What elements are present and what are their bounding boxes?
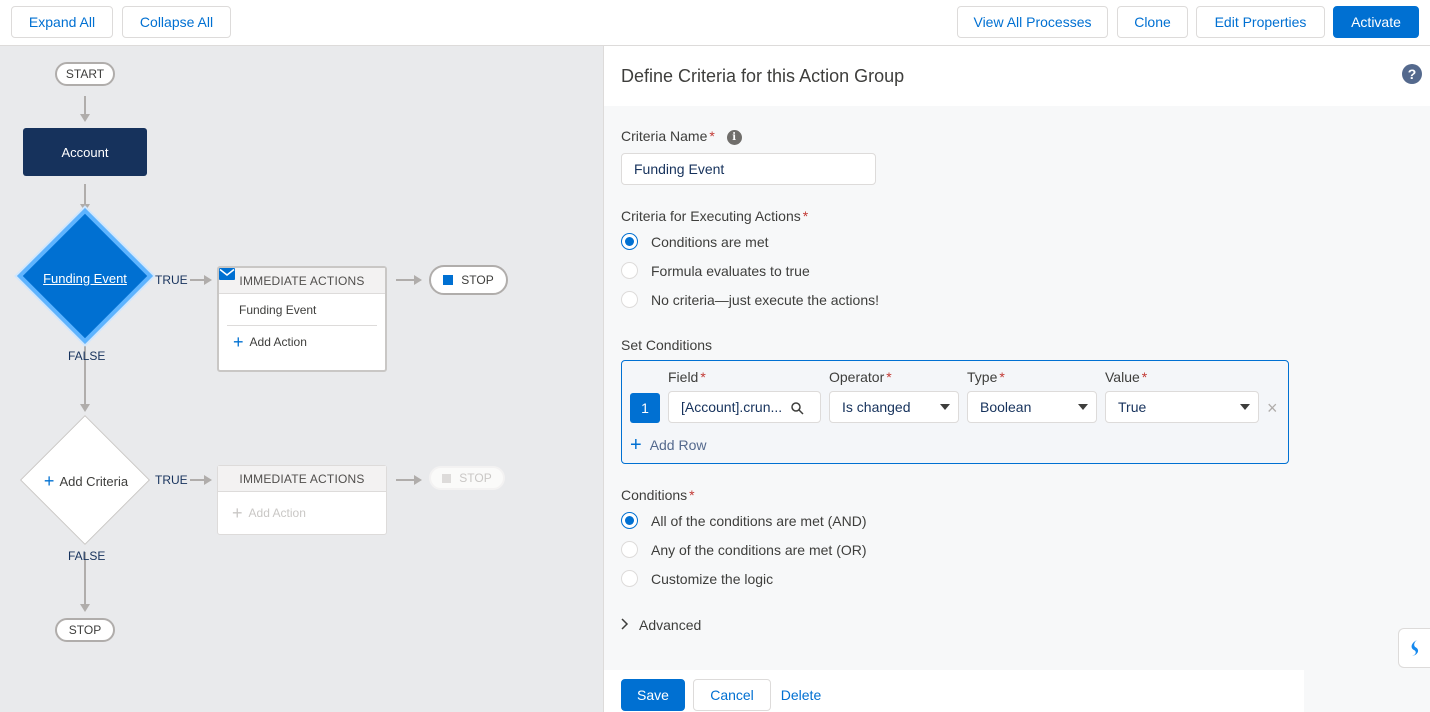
add-action-link[interactable]: + Add Action bbox=[219, 326, 385, 358]
set-conditions-label: Set Conditions bbox=[621, 337, 713, 353]
type-column-label: Type * bbox=[967, 369, 1005, 385]
radio-conditions-met[interactable]: Conditions are met bbox=[621, 233, 769, 250]
immediate-actions-header: IMMEDIATE ACTIONS bbox=[218, 466, 386, 492]
add-criteria-link[interactable]: + Add Criteria bbox=[30, 468, 142, 494]
panel-title: Define Criteria for this Action Group bbox=[621, 66, 905, 86]
chevron-down-icon bbox=[1078, 404, 1088, 410]
radio-label: Customize the logic bbox=[651, 570, 774, 587]
advanced-toggle[interactable]: Advanced bbox=[621, 617, 701, 633]
add-row-link[interactable]: + Add Row bbox=[630, 434, 707, 456]
operator-select[interactable]: Is changed bbox=[829, 391, 959, 423]
type-value: Boolean bbox=[980, 399, 1032, 415]
panel-header: Define Criteria for this Action Group ? bbox=[604, 46, 1430, 106]
search-icon bbox=[791, 402, 804, 418]
add-action-label: Add Action bbox=[249, 335, 307, 349]
add-action-link-disabled: + Add Action bbox=[218, 492, 386, 534]
toolbar: Expand All Collapse All View All Process… bbox=[0, 0, 1430, 46]
action-item-funding-event[interactable]: Funding Event bbox=[219, 268, 377, 326]
executing-label-row: Criteria for Executing Actions * bbox=[621, 208, 809, 224]
radio-label: All of the conditions are met (AND) bbox=[651, 512, 867, 529]
activate-button[interactable]: Activate bbox=[1333, 6, 1419, 38]
type-select[interactable]: Boolean bbox=[967, 391, 1097, 423]
salesforce-helper-icon[interactable] bbox=[1398, 628, 1430, 668]
criteria2-false-label: FALSE bbox=[68, 549, 106, 563]
conditions-label: Conditions bbox=[621, 487, 688, 503]
criteria-panel: Define Criteria for this Action Group ? … bbox=[603, 46, 1430, 712]
panel-footer: Save Cancel Delete bbox=[604, 670, 1304, 712]
add-criteria-label: Add Criteria bbox=[59, 473, 129, 489]
radio-all-conditions[interactable]: All of the conditions are met (AND) bbox=[621, 512, 867, 529]
collapse-all-button[interactable]: Collapse All bbox=[122, 6, 231, 38]
clone-button[interactable]: Clone bbox=[1117, 6, 1188, 38]
field-input[interactable]: [Account].crun... bbox=[668, 391, 821, 423]
start-node: START bbox=[55, 62, 115, 86]
criteria1-true-label: TRUE bbox=[155, 273, 188, 287]
radio-formula[interactable]: Formula evaluates to true bbox=[621, 262, 810, 279]
operator-value: Is changed bbox=[842, 399, 911, 415]
conditions-table: Field * Operator * Type * Value * 1 [Account… bbox=[621, 360, 1289, 464]
immediate-actions-header: IMMEDIATE ACTIONS bbox=[219, 268, 385, 294]
delete-link[interactable]: Delete bbox=[776, 679, 826, 711]
cancel-button[interactable]: Cancel bbox=[693, 679, 771, 711]
radio-dot[interactable] bbox=[621, 570, 638, 587]
advanced-label: Advanced bbox=[639, 617, 702, 633]
edit-properties-button[interactable]: Edit Properties bbox=[1196, 6, 1325, 38]
add-row-label: Add Row bbox=[649, 437, 707, 453]
radio-dot[interactable] bbox=[621, 233, 638, 250]
radio-dot[interactable] bbox=[621, 512, 638, 529]
value-value: True bbox=[1118, 399, 1147, 415]
criteria2-true-label: TRUE bbox=[155, 473, 188, 487]
save-button[interactable]: Save bbox=[621, 679, 685, 711]
criteria-name-label-row: Criteria Name * i bbox=[621, 128, 742, 145]
stop-square-icon bbox=[442, 473, 452, 483]
criteria-name-label: Criteria Name bbox=[621, 128, 708, 144]
radio-dot[interactable] bbox=[621, 262, 638, 279]
process-canvas: START Account Funding Event TRUE FALSE I… bbox=[0, 46, 603, 712]
plus-icon: + bbox=[630, 434, 642, 456]
stop-node-2: STOP bbox=[429, 466, 505, 490]
criteria-name-input[interactable]: Funding Event bbox=[621, 153, 876, 185]
radio-label: Conditions are met bbox=[651, 233, 769, 250]
radio-dot[interactable] bbox=[621, 541, 638, 558]
value-column-label: Value * bbox=[1105, 369, 1148, 385]
stop-node-1[interactable]: STOP bbox=[429, 265, 508, 295]
chevron-down-icon bbox=[940, 404, 950, 410]
stop-label: STOP bbox=[459, 471, 492, 485]
field-column-label: Field * bbox=[668, 369, 706, 385]
value-select[interactable]: True bbox=[1105, 391, 1259, 423]
row-number: 1 bbox=[630, 393, 660, 423]
radio-label: Any of the conditions are met (OR) bbox=[651, 541, 867, 558]
immediate-actions-group-1: IMMEDIATE ACTIONS Funding Event + Add Ac… bbox=[217, 266, 387, 372]
expand-all-button[interactable]: Expand All bbox=[11, 6, 113, 38]
object-node-account[interactable]: Account bbox=[23, 128, 147, 176]
info-icon[interactable]: i bbox=[726, 130, 742, 145]
executing-label: Criteria for Executing Actions bbox=[621, 208, 801, 224]
radio-no-criteria[interactable]: No criteria—just execute the actions! bbox=[621, 291, 879, 308]
end-stop-node: STOP bbox=[55, 618, 115, 642]
conditions-label-row: Conditions * bbox=[621, 487, 695, 503]
radio-label: Formula evaluates to true bbox=[651, 262, 810, 279]
field-value: [Account].crun... bbox=[681, 399, 783, 415]
immediate-actions-group-2: IMMEDIATE ACTIONS + Add Action bbox=[217, 465, 387, 535]
criteria1-false-label: FALSE bbox=[68, 349, 106, 363]
radio-label: No criteria—just execute the actions! bbox=[651, 291, 879, 308]
operator-column-label: Operator * bbox=[829, 369, 892, 385]
add-action-label: Add Action bbox=[248, 506, 306, 520]
view-all-processes-button[interactable]: View All Processes bbox=[957, 6, 1108, 38]
help-icon[interactable]: ? bbox=[1402, 64, 1422, 84]
criteria-label-funding-event[interactable]: Funding Event bbox=[25, 260, 145, 296]
remove-row-icon[interactable]: × bbox=[1267, 399, 1278, 417]
plus-icon: + bbox=[233, 332, 244, 352]
plus-icon: + bbox=[43, 471, 55, 491]
plus-icon: + bbox=[232, 503, 243, 523]
chevron-down-icon bbox=[1240, 404, 1250, 410]
radio-any-conditions[interactable]: Any of the conditions are met (OR) bbox=[621, 541, 867, 558]
radio-custom-logic[interactable]: Customize the logic bbox=[621, 570, 773, 587]
radio-dot[interactable] bbox=[621, 291, 638, 308]
stop-label: STOP bbox=[461, 273, 494, 287]
action-item-label: Funding Event bbox=[239, 302, 317, 317]
chevron-right-icon bbox=[621, 617, 629, 633]
stop-square-icon bbox=[443, 275, 454, 285]
